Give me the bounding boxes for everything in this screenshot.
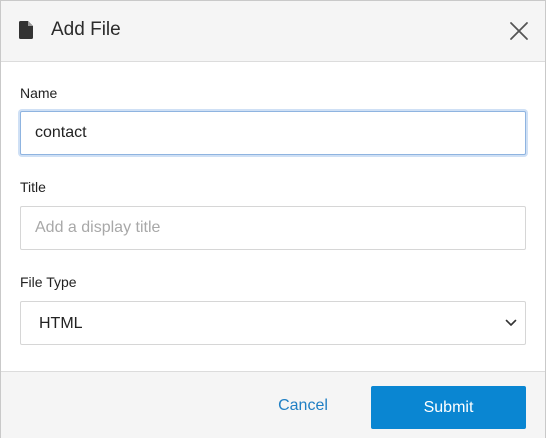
title-label: Title bbox=[20, 179, 46, 195]
dialog-title: Add File bbox=[51, 19, 121, 40]
name-input[interactable] bbox=[20, 111, 526, 155]
close-icon[interactable] bbox=[507, 19, 531, 43]
chevron-down-icon bbox=[505, 319, 517, 326]
submit-button[interactable]: Submit bbox=[371, 386, 526, 429]
name-label: Name bbox=[20, 85, 58, 101]
cancel-button[interactable]: Cancel bbox=[265, 396, 341, 416]
add-file-dialog: Add File Name Title File Type HTML Cance… bbox=[0, 0, 546, 438]
file-icon bbox=[19, 21, 33, 39]
title-input[interactable] bbox=[20, 206, 526, 250]
dialog-footer: Cancel Submit bbox=[1, 371, 545, 438]
dialog-header: Add File bbox=[1, 1, 545, 62]
file-type-select[interactable]: HTML bbox=[20, 301, 526, 345]
file-type-selected-value: HTML bbox=[39, 315, 83, 332]
file-type-label: File Type bbox=[20, 274, 77, 290]
